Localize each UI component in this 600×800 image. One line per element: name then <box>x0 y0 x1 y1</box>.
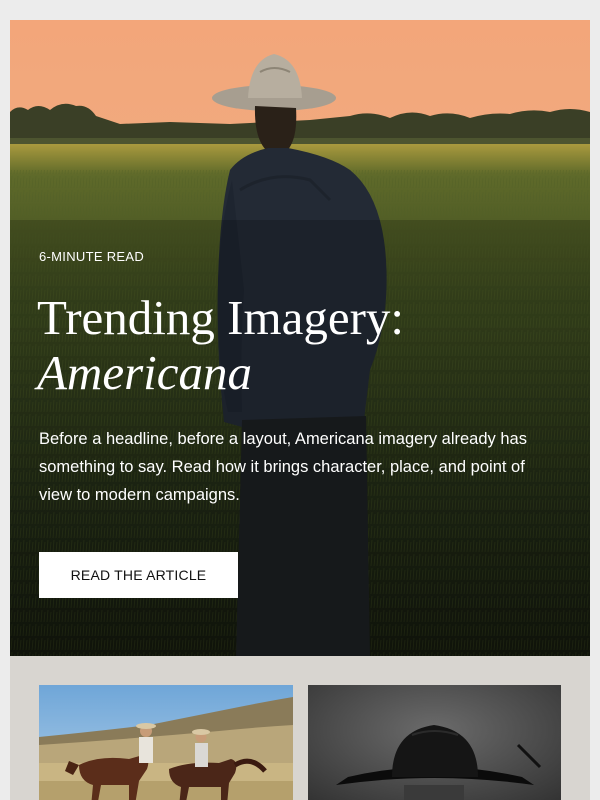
card-horseback-riders[interactable] <box>39 685 293 800</box>
hero-banner[interactable]: 6-MINUTE READ Trending Imagery: American… <box>10 20 590 656</box>
read-article-button[interactable]: READ THE ARTICLE <box>39 552 238 598</box>
read-time-label: 6-MINUTE READ <box>39 249 145 264</box>
headline-line-2: Americana <box>37 345 252 400</box>
black-cowboy-hat-portrait-photo <box>308 685 561 800</box>
email-frame: 6-MINUTE READ Trending Imagery: American… <box>10 20 590 800</box>
article-headline: Trending Imagery: Americana <box>37 290 577 400</box>
headline-line-1: Trending Imagery: <box>37 290 404 345</box>
horseback-riders-photo <box>39 685 293 800</box>
card-cowboy-hat-portrait[interactable] <box>308 685 561 800</box>
article-description: Before a headline, before a layout, Amer… <box>39 430 527 504</box>
